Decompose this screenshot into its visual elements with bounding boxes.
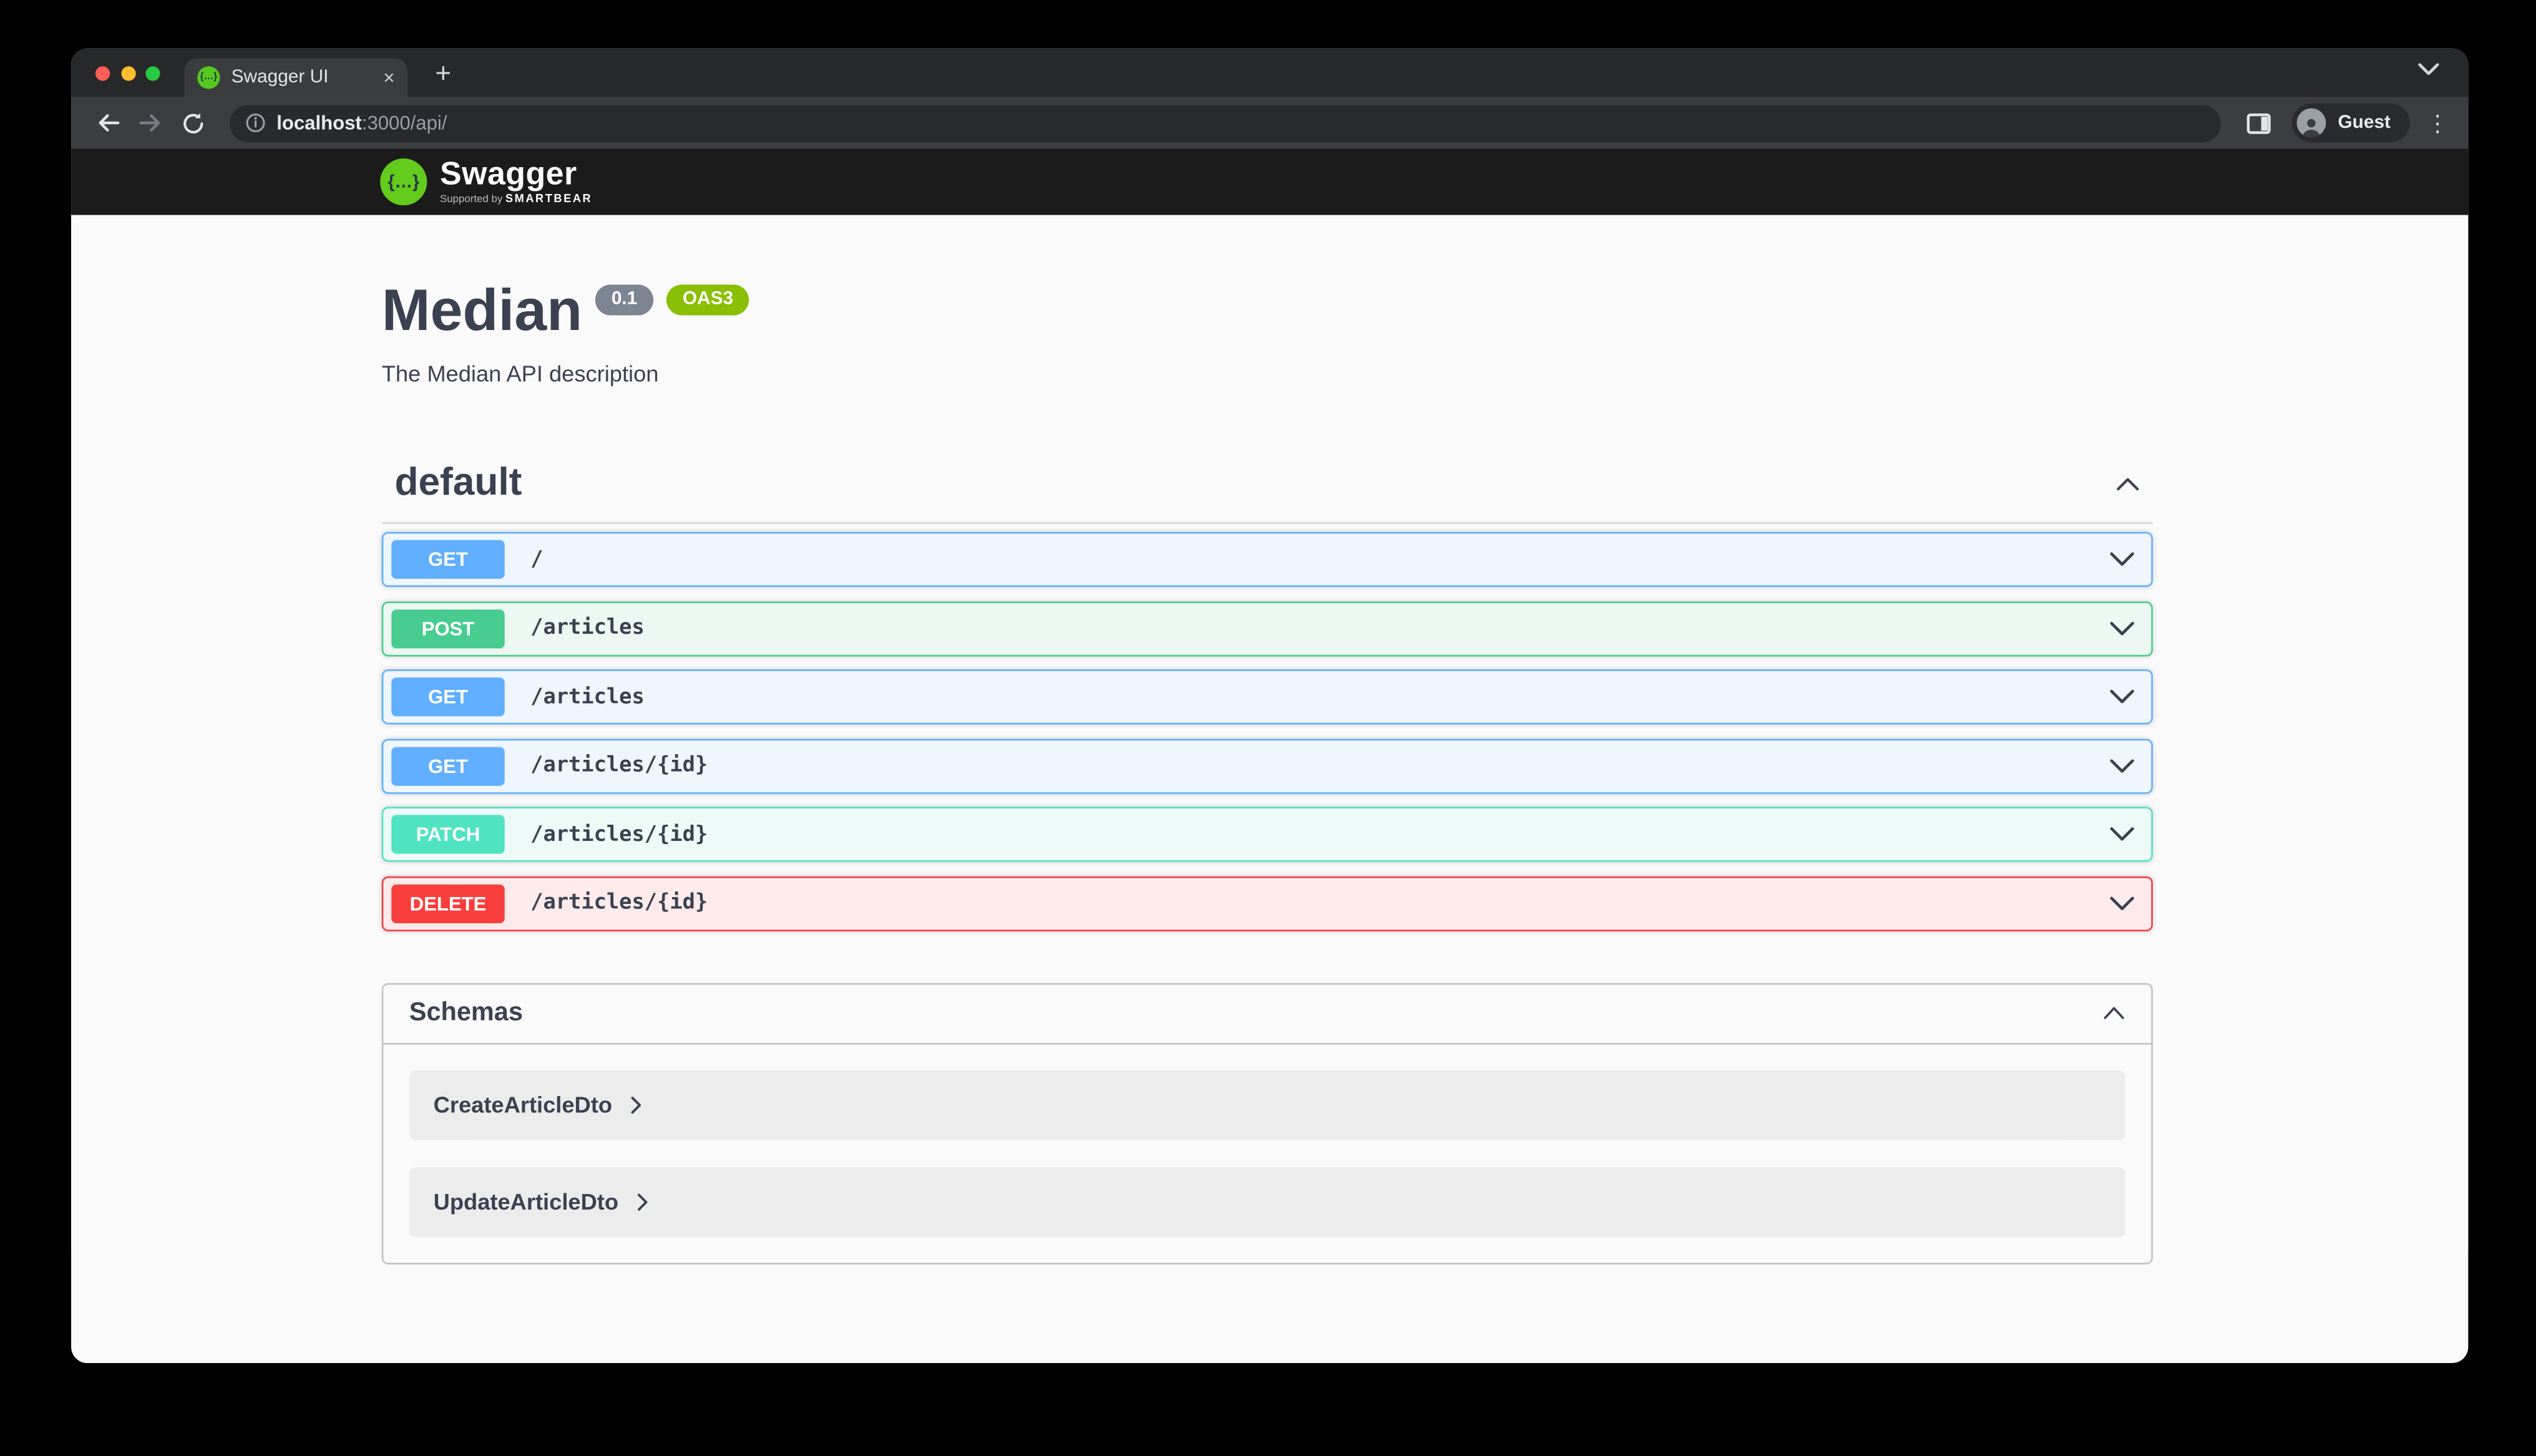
chevron-down-icon[interactable] — [2109, 895, 2135, 911]
model-expand-chevron-right-icon[interactable] — [632, 1095, 643, 1114]
tab-overview-chevron-icon[interactable] — [2418, 63, 2439, 76]
url-host: localhost — [276, 112, 362, 134]
profile-button[interactable]: Guest — [2293, 104, 2410, 142]
schemas-title: Schemas — [409, 999, 523, 1028]
model-name: CreateArticleDto — [434, 1092, 612, 1117]
api-description: The Median API description — [382, 361, 2153, 386]
collapse-chevron-up-icon[interactable] — [2103, 1006, 2125, 1020]
endpoint-row[interactable]: POST /articles — [382, 601, 2153, 656]
swagger-favicon-icon: {…} — [197, 66, 220, 89]
page-title: Median — [382, 279, 582, 341]
schemas-header[interactable]: Schemas — [383, 984, 2151, 1044]
chevron-down-icon[interactable] — [2109, 620, 2135, 636]
refresh-icon[interactable] — [175, 105, 210, 140]
swagger-brand: Swagger Supported by SMARTBEAR — [440, 158, 592, 205]
avatar-icon — [2298, 109, 2327, 138]
endpoint-path: /articles/{id} — [530, 822, 708, 847]
schemas-body: CreateArticleDto UpdateArticleDto — [383, 1044, 2151, 1262]
url-path: :3000/api/ — [362, 112, 447, 134]
browser-toolbar: localhost:3000/api/ Guest ⋮ — [71, 97, 2468, 149]
url-text: localhost:3000/api/ — [276, 112, 447, 134]
tab-strip: {…} Swagger UI × + — [71, 49, 2468, 97]
forward-icon[interactable] — [133, 105, 168, 140]
swagger-topbar: {…} Swagger Supported by SMARTBEAR — [71, 148, 2468, 215]
endpoint-path: /articles/{id} — [530, 891, 708, 915]
site-info-icon[interactable] — [246, 113, 265, 132]
endpoint-path: /articles — [530, 616, 645, 641]
chevron-down-icon[interactable] — [2109, 827, 2135, 843]
endpoint-path: /articles — [530, 685, 645, 709]
new-tab-button[interactable]: + — [424, 55, 462, 94]
swagger-logo-icon: {…} — [380, 158, 427, 205]
endpoint-row[interactable]: PATCH /articles/{id} — [382, 807, 2153, 861]
minimize-window-button[interactable] — [120, 66, 135, 80]
model-name: UpdateArticleDto — [434, 1188, 618, 1214]
screen: {…} Swagger UI × + — [0, 0, 2536, 1456]
method-badge: POST — [391, 609, 504, 648]
endpoint-path: / — [530, 547, 543, 571]
swagger-page: Median 0.1 OAS3 The Median API descripti… — [71, 215, 2468, 1250]
endpoint-path: /articles/{id} — [530, 754, 708, 778]
schemas-section: Schemas CreateArticleDto — [382, 983, 2153, 1264]
endpoint-row[interactable]: GET / — [382, 532, 2153, 587]
method-badge: GET — [391, 746, 504, 785]
model-create-article-dto[interactable]: CreateArticleDto — [409, 1070, 2125, 1139]
window-controls — [95, 66, 160, 80]
address-bar[interactable]: localhost:3000/api/ — [230, 104, 2221, 142]
chevron-down-icon[interactable] — [2109, 551, 2135, 568]
swagger-brand-sub: Supported by SMARTBEAR — [440, 193, 592, 205]
oas3-badge: OAS3 — [666, 284, 749, 315]
tab-swagger-ui[interactable]: {…} Swagger UI × — [184, 57, 407, 97]
chevron-down-icon[interactable] — [2109, 689, 2135, 705]
method-badge: GET — [391, 540, 504, 579]
profile-name: Guest — [2338, 113, 2390, 132]
tag-header-default[interactable]: default — [382, 461, 2153, 524]
zoom-window-button[interactable] — [145, 66, 160, 80]
api-title-row: Median 0.1 OAS3 — [382, 215, 2153, 341]
swagger-brand-name: Swagger — [440, 158, 592, 190]
close-window-button[interactable] — [95, 66, 110, 80]
endpoint-row[interactable]: DELETE /articles/{id} — [382, 876, 2153, 931]
model-update-article-dto[interactable]: UpdateArticleDto — [409, 1167, 2125, 1236]
endpoint-row[interactable]: GET /articles/{id} — [382, 738, 2153, 793]
tab-close-icon[interactable]: × — [383, 67, 394, 87]
version-badge: 0.1 — [595, 284, 653, 315]
model-expand-chevron-right-icon[interactable] — [638, 1193, 649, 1211]
method-badge: GET — [391, 677, 504, 716]
back-icon[interactable] — [90, 105, 126, 140]
method-badge: DELETE — [391, 884, 504, 923]
collapse-chevron-up-icon[interactable] — [2115, 476, 2140, 490]
tag-name: default — [394, 461, 522, 507]
chevron-down-icon[interactable] — [2109, 757, 2135, 774]
method-badge: PATCH — [391, 815, 504, 853]
browser-window: {…} Swagger UI × + — [71, 49, 2468, 1363]
side-panel-icon[interactable] — [2241, 105, 2276, 140]
more-vert-icon[interactable]: ⋮ — [2426, 109, 2449, 137]
tab-title: Swagger UI — [232, 67, 374, 87]
endpoint-row[interactable]: GET /articles — [382, 669, 2153, 724]
endpoint-list: GET / POST /articles GET — [382, 532, 2153, 931]
